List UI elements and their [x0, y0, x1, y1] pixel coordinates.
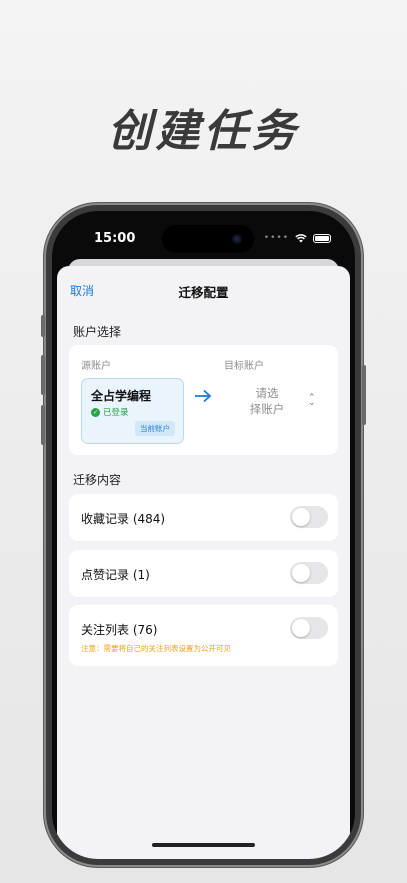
nav-bar: 取消 迁移配置: [57, 266, 350, 310]
status-time: 15:00: [94, 231, 136, 246]
wifi-icon: [295, 234, 307, 243]
favorites-row: 收藏记录 (484): [69, 494, 338, 541]
target-placeholder-line1: 请选: [255, 386, 279, 400]
home-indicator[interactable]: [152, 843, 255, 847]
following-row: 关注列表 (76) 注意：需要将自己的关注列表设置为公开可见: [69, 605, 338, 666]
content-section-title: 迁移内容: [73, 473, 122, 487]
page-title: 迁移配置: [178, 285, 229, 300]
phone-frame: 15:00 •••• 取消 迁移配置 账户选择 源账户 目标账户 全占学编程 ✓…: [41, 205, 366, 865]
arrow-right-icon: [195, 389, 212, 403]
phone-screen: 15:00 •••• 取消 迁移配置 账户选择 源账户 目标账户 全占学编程 ✓…: [52, 211, 355, 859]
check-circle-icon: ✓: [91, 407, 100, 417]
favorites-label: 收藏记录 (484): [81, 512, 166, 526]
login-status-text: 已登录: [103, 408, 129, 418]
battery-icon: [313, 233, 331, 243]
migration-config-sheet: 取消 迁移配置 账户选择 源账户 目标账户 全占学编程 ✓ 已登录 当前账户 请…: [57, 266, 350, 859]
following-label: 关注列表 (76): [81, 623, 158, 637]
following-note: 注意：需要将自己的关注列表设置为公开可见: [81, 644, 231, 653]
target-account-label: 目标账户: [224, 361, 264, 372]
account-section-title: 账户选择: [73, 325, 122, 339]
status-icons: ••••: [264, 233, 331, 243]
volume-up-button: [41, 355, 45, 395]
current-account-badge: 当前账户: [135, 421, 175, 436]
likes-toggle[interactable]: [290, 562, 328, 584]
likes-row: 点赞记录 (1): [69, 550, 338, 597]
camera-icon: [232, 234, 242, 244]
source-account-label: 源账户: [81, 361, 111, 372]
target-account-picker[interactable]: 请选 择账户: [235, 385, 299, 417]
action-button: [41, 315, 45, 337]
volume-down-button: [41, 405, 45, 445]
promo-headline: 创建任务: [107, 106, 300, 157]
likes-label: 点赞记录 (1): [81, 568, 150, 582]
dynamic-island: [162, 225, 254, 253]
power-button: [362, 365, 366, 425]
following-toggle[interactable]: [290, 617, 328, 639]
source-account-name: 全占学编程: [91, 389, 152, 403]
favorites-toggle[interactable]: [290, 506, 328, 528]
login-status: ✓ 已登录: [91, 406, 129, 418]
account-selection-card: 源账户 目标账户 全占学编程 ✓ 已登录 当前账户 请选 择账户 ⌃ ⌄: [69, 345, 338, 455]
target-placeholder-line2: 择账户: [249, 402, 285, 416]
chevron-updown-icon[interactable]: ⌃ ⌄: [308, 394, 316, 408]
signal-icon: ••••: [263, 233, 289, 243]
source-account-card[interactable]: 全占学编程 ✓ 已登录 当前账户: [81, 378, 184, 444]
